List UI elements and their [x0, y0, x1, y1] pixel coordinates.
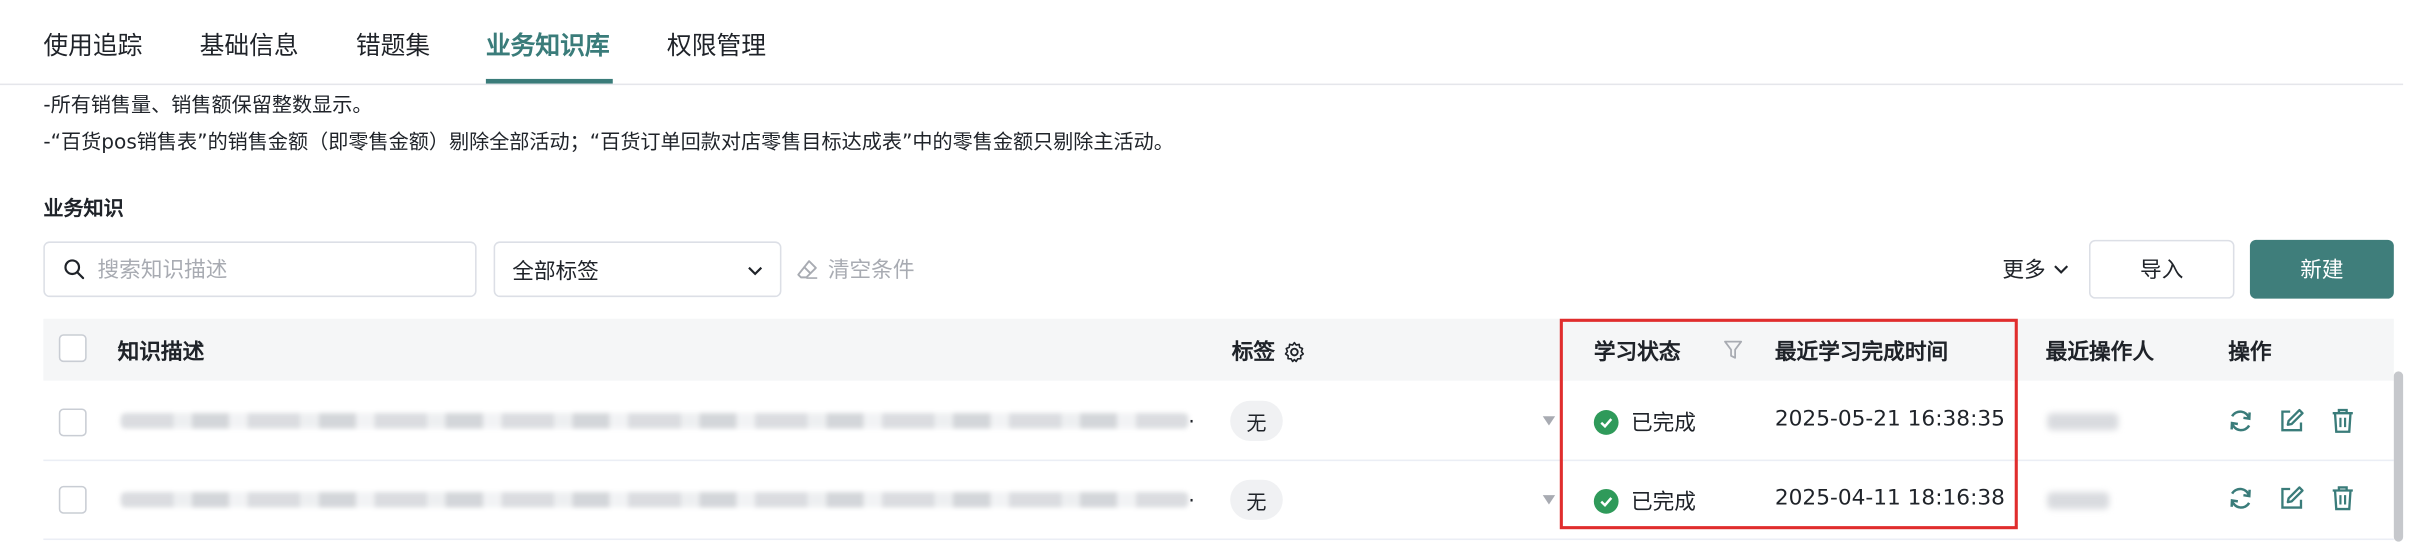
edit-icon[interactable] [2278, 407, 2306, 435]
column-header-actions: 操作 [2228, 340, 2272, 366]
more-dropdown-button[interactable]: 更多 [2002, 254, 2070, 285]
column-header-operator: 最近操作人 [2045, 340, 2154, 366]
gear-icon[interactable] [1283, 340, 1306, 363]
clear-conditions-button[interactable]: 清空条件 [797, 254, 915, 285]
column-header-description: 知识描述 [117, 340, 205, 366]
select-all-checkbox[interactable] [58, 334, 87, 363]
tag-pill[interactable]: 无 [1230, 479, 1283, 520]
search-field[interactable] [43, 241, 477, 299]
blurred-operator [2047, 413, 2119, 431]
row-checkbox[interactable] [58, 408, 87, 437]
description-ellipsis: . [1188, 405, 1195, 429]
refresh-icon[interactable] [2227, 484, 2255, 512]
column-header-tag: 标签 [1232, 336, 1306, 367]
tab-basic-info[interactable]: 基础信息 [200, 25, 299, 62]
caret-down-icon[interactable] [1542, 495, 1556, 505]
description-ellipsis: . [1188, 484, 1195, 508]
vertical-scrollbar[interactable] [2393, 371, 2404, 542]
search-icon [64, 259, 85, 280]
blurred-description [120, 492, 1189, 508]
new-button[interactable]: 新建 [2249, 239, 2394, 299]
tab-usage-tracking[interactable]: 使用追踪 [43, 25, 142, 62]
tag-pill[interactable]: 无 [1230, 400, 1283, 442]
refresh-icon[interactable] [2227, 407, 2255, 435]
tag-filter-value: 全部标签 [512, 259, 599, 285]
tab-permission-management[interactable]: 权限管理 [667, 25, 766, 62]
trash-icon[interactable] [2329, 484, 2357, 512]
chevron-down-icon [748, 266, 763, 276]
note-line-2: -“百货pos销售表”的销售金额（即零售金额）剔除全部活动；“百货订单回款对店零… [43, 131, 1174, 155]
eraser-icon [797, 260, 818, 279]
highlight-box [1559, 318, 2018, 530]
trash-icon[interactable] [2329, 407, 2357, 435]
blurred-operator [2047, 492, 2110, 510]
more-label: 更多 [2002, 258, 2046, 284]
tab-wrong-questions[interactable]: 错题集 [356, 25, 430, 62]
import-button[interactable]: 导入 [2088, 239, 2235, 299]
active-tab-indicator [485, 78, 613, 84]
tab-bar: 使用追踪 基础信息 错题集 业务知识库 权限管理 [0, 0, 2404, 86]
blurred-description [120, 413, 1189, 429]
note-line-1: -所有销售量、销售额保留整数显示。 [43, 94, 373, 118]
edit-icon[interactable] [2278, 484, 2306, 512]
chevron-down-icon [2054, 265, 2069, 274]
caret-down-icon[interactable] [1542, 416, 1556, 426]
column-header-tag-label: 标签 [1231, 340, 1276, 366]
row-checkbox[interactable] [58, 485, 87, 514]
section-title: 业务知识 [43, 198, 124, 222]
tab-business-knowledge[interactable]: 业务知识库 [486, 25, 610, 62]
clear-conditions-label: 清空条件 [827, 258, 915, 284]
tag-filter-select[interactable]: 全部标签 [493, 241, 782, 298]
search-input[interactable] [94, 242, 457, 299]
table-header [43, 318, 2394, 381]
